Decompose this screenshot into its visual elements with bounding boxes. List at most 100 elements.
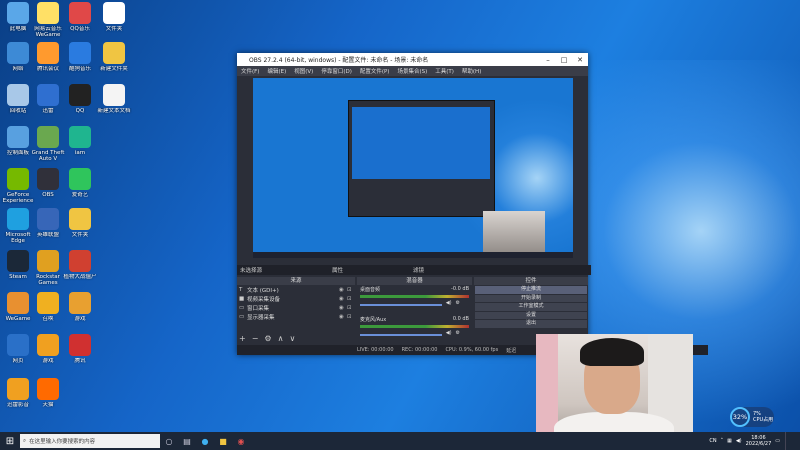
remove-source-icon[interactable]: − <box>252 334 259 343</box>
desktop-icon[interactable]: iam <box>62 126 98 162</box>
volume-icon[interactable]: ◀) <box>736 438 742 444</box>
volume-fader[interactable] <box>360 333 442 336</box>
desktop-icon[interactable]: 英雄联盟 <box>30 208 66 244</box>
lock-icon[interactable]: ⊡ <box>347 287 355 293</box>
control-button[interactable]: 工作室模式 <box>475 303 587 311</box>
properties-button[interactable]: 属性 <box>332 266 343 274</box>
volume-fader[interactable] <box>360 303 442 306</box>
obs-taskbar-icon[interactable]: ◉ <box>232 437 250 446</box>
clock[interactable]: 18:06 2022/6/27 <box>746 435 772 447</box>
desktop-icon[interactable]: 文件夹 <box>62 208 98 244</box>
speaker-icon[interactable]: ◀) <box>446 330 452 336</box>
maximize-button[interactable]: □ <box>556 56 572 64</box>
app-icon <box>7 168 29 190</box>
obs-titlebar[interactable]: OBS 27.2.4 (64-bit, windows) - 配置文件: 未命名… <box>237 53 588 66</box>
desktop-icon-label: 新建文本文档 <box>97 108 131 114</box>
eye-icon[interactable]: ◉ <box>339 287 347 293</box>
menu-item[interactable]: 场景集合(S) <box>393 67 431 75</box>
desktop-icon[interactable]: 酷狗音乐 <box>62 42 98 78</box>
task-view-icon[interactable]: ○ <box>160 437 178 446</box>
channel-settings-icon[interactable]: ⚙ <box>456 300 460 306</box>
menu-item[interactable]: 文件(F) <box>237 67 263 75</box>
preview-taskbar <box>253 252 573 258</box>
close-button[interactable]: ✕ <box>572 56 588 64</box>
channel-settings-icon[interactable]: ⚙ <box>456 330 460 336</box>
add-source-icon[interactable]: + <box>239 334 246 343</box>
obs-preview[interactable] <box>253 78 573 258</box>
tray-input-indicator[interactable]: CN <box>709 438 716 444</box>
clock-date: 2022/6/27 <box>745 441 772 447</box>
network-icon[interactable]: ▦ <box>727 438 732 444</box>
source-item[interactable]: T 文本 (GDI+) ◉ ⊡ <box>237 285 355 294</box>
app-icon <box>7 42 29 64</box>
show-desktop-button[interactable] <box>785 432 800 450</box>
source-item[interactable]: ▭ 窗口采集 ◉ ⊡ <box>237 303 355 312</box>
edge-icon[interactable]: ● <box>196 437 214 446</box>
desktop-icon-label: 爱奇艺 <box>71 192 89 198</box>
app-icon <box>69 84 91 106</box>
lock-icon[interactable]: ⊡ <box>347 314 355 320</box>
windows-start-icon[interactable]: ⊞ <box>0 436 20 447</box>
menu-item[interactable]: 帮助(H) <box>458 67 485 75</box>
move-up-icon[interactable]: ∧ <box>278 334 284 343</box>
desktop-icon[interactable]: 天猫 <box>30 378 66 414</box>
menu-item[interactable]: 视图(V) <box>290 67 317 75</box>
app-icon <box>7 84 29 106</box>
source-settings-icon[interactable]: ⚙ <box>264 334 271 343</box>
source-item[interactable]: ▭ 显示器采集 ◉ ⊡ <box>237 312 355 321</box>
desktop-icon[interactable]: 新建文件夹 <box>96 42 132 78</box>
eye-icon[interactable]: ◉ <box>339 296 347 302</box>
tray-chevron-icon[interactable]: ˄ <box>721 438 724 444</box>
app-icon <box>103 2 125 24</box>
desktop-icon-label: 腾讯会议 <box>36 66 59 72</box>
menu-item[interactable]: 编辑(E) <box>263 67 290 75</box>
control-button[interactable]: 开始录制 <box>475 294 587 302</box>
source-item[interactable]: ■ 视频采集设备 ◉ ⊡ <box>237 294 355 303</box>
app-icon <box>37 42 59 64</box>
desktop-icon[interactable]: 迅雷 <box>30 84 66 120</box>
desktop-icon[interactable]: 文件夹 <box>96 2 132 38</box>
menu-item[interactable]: 工具(T) <box>431 67 458 75</box>
desktop-icon-label: QQ音乐 <box>70 26 90 32</box>
desktop-icon[interactable]: 腾讯 <box>62 334 98 370</box>
desktop-icon[interactable]: 网易云音乐 WeGame <box>30 2 66 38</box>
control-button[interactable]: 退出 <box>475 320 587 328</box>
lock-icon[interactable]: ⊡ <box>347 305 355 311</box>
desktop-icon[interactable]: 新建文本文档 <box>96 84 132 120</box>
app-icon <box>7 334 29 356</box>
desktop-icon[interactable]: 游戏 <box>30 334 66 370</box>
desktop-icon[interactable]: 召唤 <box>30 292 66 328</box>
desktop-icon[interactable]: 植物大战僵尸 <box>62 250 98 286</box>
desktop-icon[interactable]: Rockstar Games <box>30 250 66 286</box>
move-down-icon[interactable]: ∨ <box>289 334 295 343</box>
obs-window[interactable]: OBS 27.2.4 (64-bit, windows) - 配置文件: 未命名… <box>237 53 708 355</box>
taskbar-search-box[interactable]: ⌕ 在这里输入你要搜索的内容 <box>20 434 160 448</box>
control-button[interactable]: 设置 <box>475 311 587 319</box>
eye-icon[interactable]: ◉ <box>339 305 347 311</box>
desktop-icon-label: 文件夹 <box>71 232 89 238</box>
minimize-button[interactable]: – <box>540 56 556 64</box>
sources-list[interactable]: T 文本 (GDI+) ◉ ⊡ ■ 视频采集设备 ◉ ⊡ ▭ 窗口采集 ◉ ⊡ ▭ 显示器采集 ◉ ⊡ + − ⚙ ∧… <box>237 285 355 345</box>
menu-item[interactable]: 配置文件(P) <box>356 67 394 75</box>
desktop-icon[interactable]: OBS <box>30 168 66 204</box>
speaker-icon[interactable]: ◀) <box>446 300 452 306</box>
desktop-icon[interactable]: 游戏 <box>62 292 98 328</box>
desktop-icon[interactable]: Grand Theft Auto V <box>30 126 66 162</box>
menu-item[interactable]: 停靠窗口(D) <box>317 67 356 75</box>
desktop-icon[interactable]: QQ <box>62 84 98 120</box>
eye-icon[interactable]: ◉ <box>339 314 347 320</box>
desktop-icon[interactable]: 爱奇艺 <box>62 168 98 204</box>
desktop-icon[interactable]: QQ音乐 <box>62 2 98 38</box>
control-button[interactable]: 停止推流 <box>475 286 587 294</box>
file-explorer-icon[interactable]: ■ <box>214 437 232 446</box>
notification-icon[interactable]: ▭ <box>775 438 780 444</box>
mixer-channel[interactable]: 桌面音频 -0.0 dB ◀) ⚙ <box>357 285 472 315</box>
desktop-icon[interactable]: 腾讯会议 <box>30 42 66 78</box>
task-switcher-icon[interactable]: ▤ <box>178 437 196 446</box>
mixer-channel[interactable]: 麦克风/Aux 0.0 dB ◀) ⚙ <box>357 315 472 345</box>
source-name: 窗口采集 <box>247 305 270 312</box>
audio-mixer[interactable]: 桌面音频-0.0 dB◀)⚙麦克风/Aux0.0 dB◀)⚙混音器转场特效 <box>357 285 472 354</box>
lock-icon[interactable]: ⊡ <box>347 296 355 302</box>
filters-button[interactable]: 滤镜 <box>413 266 424 274</box>
cpu-gauge[interactable]: 32% 7% CPU占用 <box>730 407 774 427</box>
